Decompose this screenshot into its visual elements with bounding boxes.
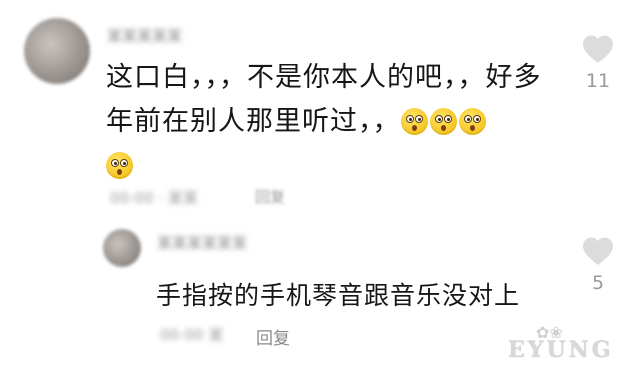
comment-timestamp-blurred: 00-00 · 某某 [110, 189, 198, 207]
astonished-emoji-icon [458, 108, 486, 135]
reply-username-blurred[interactable]: 某某某某某某 [157, 232, 247, 253]
reply-reply-button[interactable]: 回复 [256, 324, 290, 349]
comment-text: 这口白，，，不是你本人的吧，，好多年前在别人那里听过，， [106, 56, 556, 188]
like-button[interactable]: 11 [578, 34, 618, 92]
watermark-logo: ✿❀ EYUNG [508, 323, 632, 365]
heart-icon [583, 237, 613, 265]
watermark-text: EYUNG [508, 337, 614, 363]
astonished-emoji-icon [429, 108, 457, 135]
reply-like-button[interactable]: 5 [578, 236, 618, 294]
username-blurred[interactable]: 某某某某某 [107, 25, 182, 46]
heart-icon [583, 35, 613, 63]
reply-avatar[interactable] [103, 229, 141, 267]
astonished-emoji-icon [400, 108, 428, 135]
reply-text: 手指按的手机琴音跟音乐没对上 [156, 281, 521, 310]
astonished-emoji-icon [106, 152, 133, 179]
reply-like-count: 5 [591, 272, 605, 294]
avatar[interactable] [24, 18, 90, 84]
like-count: 11 [585, 70, 611, 92]
reply-button[interactable]: 回复 [255, 186, 285, 207]
reply-timestamp-blurred: 00-00 某 [160, 326, 224, 344]
